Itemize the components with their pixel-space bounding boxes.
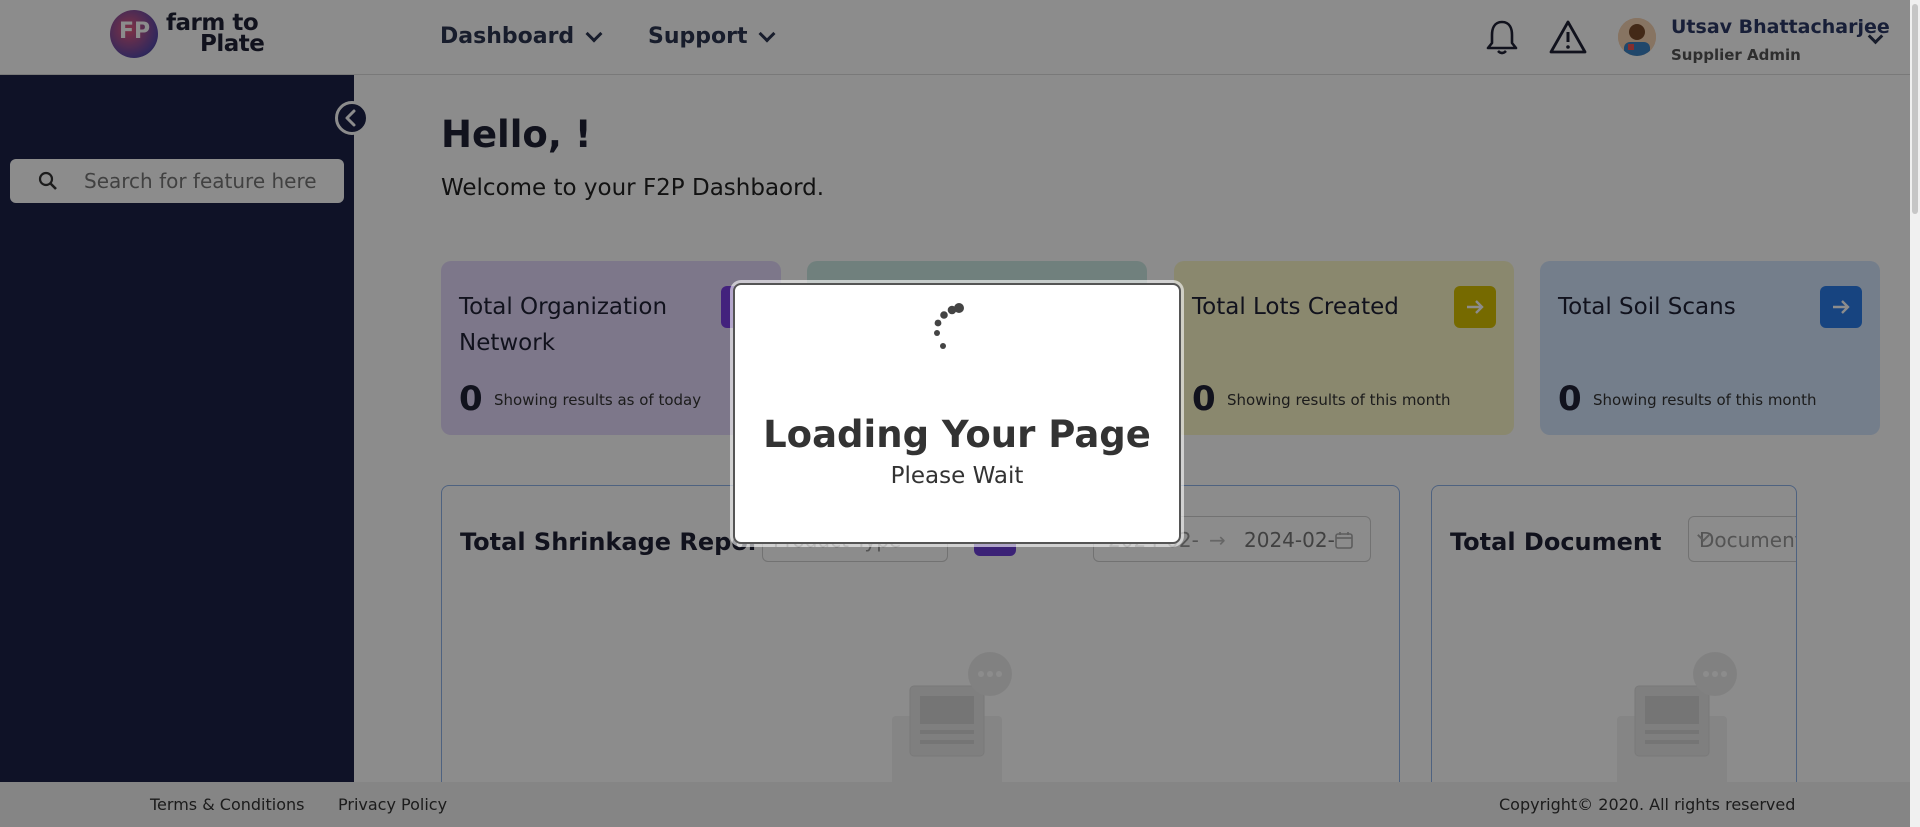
loading-title: Loading Your Page	[763, 413, 1151, 456]
loading-spinner-icon	[934, 303, 964, 349]
loading-subtitle: Please Wait	[890, 463, 1024, 489]
page-scrollbar[interactable]	[1910, 0, 1920, 827]
scrollbar-thumb[interactable]	[1912, 4, 1918, 214]
loading-modal: Loading Your Page Please Wait	[733, 283, 1181, 544]
